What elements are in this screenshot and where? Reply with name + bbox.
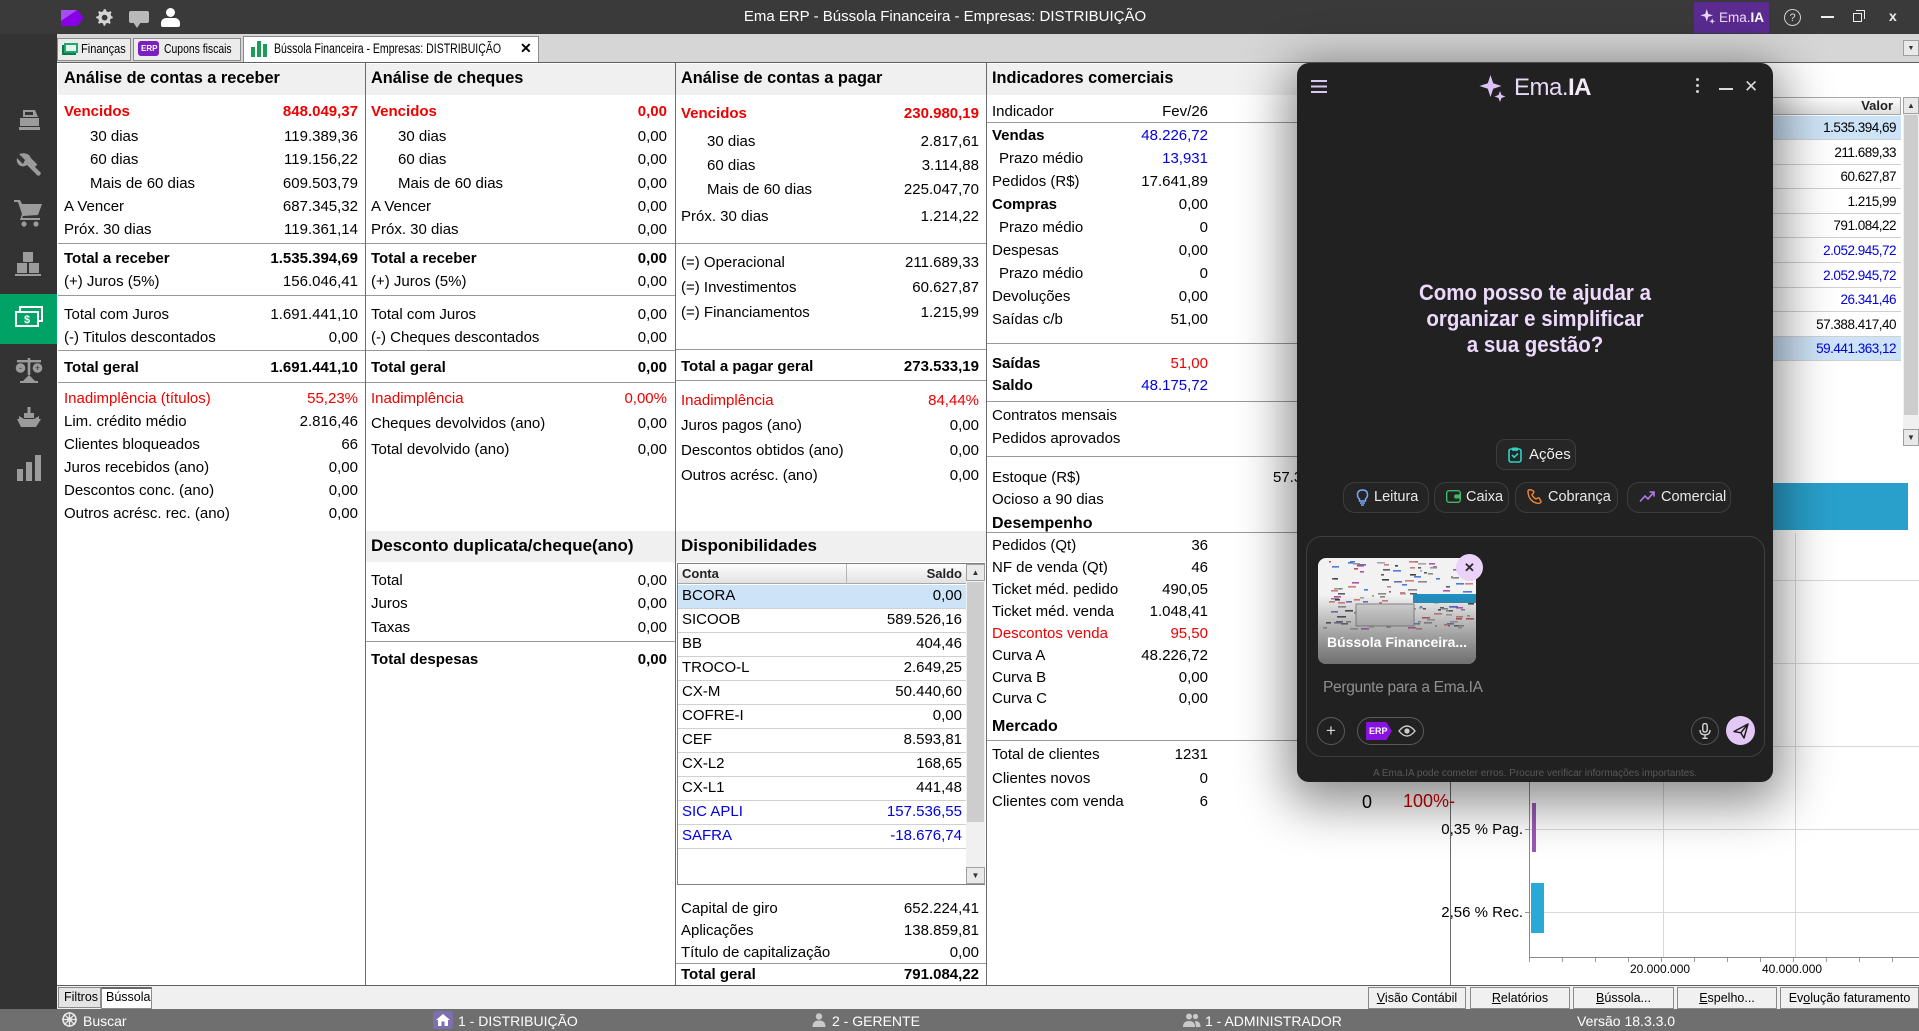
- svg-text:+: +: [35, 363, 40, 373]
- svg-text:Bússola Financeira...: Bússola Financeira...: [1327, 634, 1467, 650]
- svg-text:-: -: [19, 363, 22, 373]
- svg-text:$: $: [24, 314, 30, 326]
